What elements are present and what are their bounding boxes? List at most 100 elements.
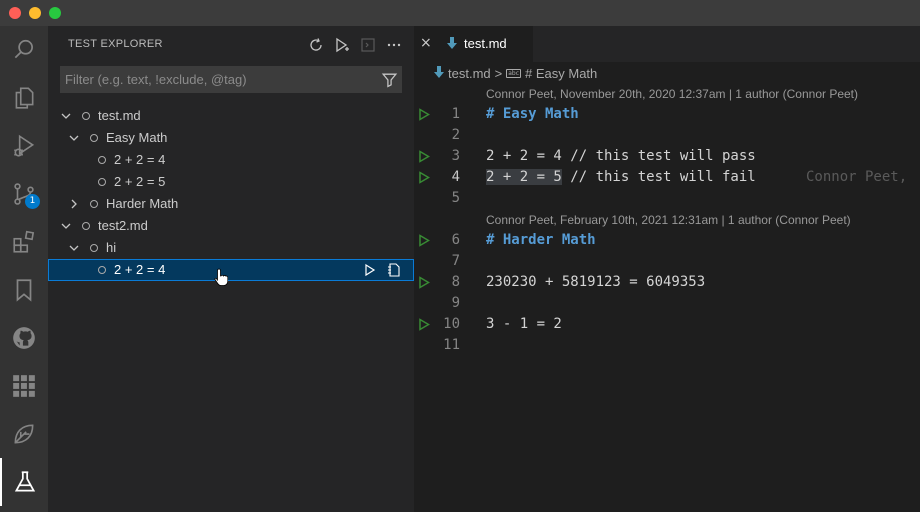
- run-test-gutter-icon[interactable]: [418, 171, 430, 184]
- search-activity[interactable]: [0, 26, 48, 74]
- tree-item-harder-math[interactable]: Harder Math: [48, 193, 414, 215]
- maximize-window-button[interactable]: [49, 7, 61, 19]
- github-icon: [13, 327, 35, 349]
- code-text: 230230 + 5819123 = 6049353: [486, 274, 706, 290]
- tab-label: test.md: [464, 36, 507, 51]
- tree-item-easy-math[interactable]: Easy Math: [48, 127, 414, 149]
- line-number: 8: [451, 274, 460, 290]
- testing-activity[interactable]: [0, 458, 48, 506]
- tree-item-hi[interactable]: hi: [48, 237, 414, 259]
- test-filter: [60, 66, 402, 93]
- apps-activity[interactable]: [0, 362, 48, 410]
- go-to-file-icon: [388, 263, 400, 277]
- tree-item-test2-md[interactable]: test2.md: [48, 215, 414, 237]
- run-test-gutter-icon[interactable]: [418, 234, 430, 247]
- line-number: 3: [451, 148, 460, 164]
- flask-icon: [14, 471, 36, 492]
- run-debug-activity[interactable]: [0, 122, 48, 170]
- breadcrumb-file[interactable]: test.md: [448, 66, 491, 81]
- editor-tab-test-md[interactable]: × test.md: [414, 26, 533, 62]
- line-number: 11: [443, 337, 460, 353]
- activity-bar: 1: [0, 26, 48, 512]
- codelens-blame[interactable]: Connor Peet, November 20th, 2020 12:37am…: [486, 87, 858, 101]
- line-number: 5: [451, 190, 460, 206]
- more-icon: [387, 43, 401, 47]
- chevron-down-icon: [69, 245, 79, 251]
- remote-activity[interactable]: [0, 410, 48, 458]
- github-activity[interactable]: [0, 314, 48, 362]
- explorer-activity[interactable]: [0, 74, 48, 122]
- line-number: 2: [451, 127, 460, 143]
- line-number: 1: [451, 106, 460, 122]
- search-icon: [14, 39, 33, 59]
- code-comment: // this test will fail: [561, 169, 756, 185]
- test-state-icon: [82, 222, 90, 230]
- tree-item-label: Easy Math: [106, 130, 168, 145]
- leaf-icon: [14, 424, 34, 444]
- test-state-icon: [90, 200, 98, 208]
- code-line: 5: [414, 188, 920, 209]
- tree-item-label: test2.md: [98, 218, 148, 233]
- code-text: 2 + 2 = 4 // this test will pass: [486, 148, 756, 164]
- source-control-activity[interactable]: 1: [0, 170, 48, 218]
- bookmark-icon: [16, 279, 32, 302]
- test-state-icon: [90, 244, 98, 252]
- code-line: 10 3 - 1 = 2: [414, 314, 920, 335]
- tree-item-test-2-2-4[interactable]: 2 + 2 = 4: [48, 149, 414, 171]
- run-all-tests-button[interactable]: [332, 35, 352, 55]
- panel-actions: [306, 35, 404, 55]
- debug-icon: [14, 134, 35, 157]
- line-number: 6: [451, 232, 460, 248]
- filter-input[interactable]: [60, 66, 370, 93]
- show-output-button[interactable]: [358, 35, 378, 55]
- show-output-icon: [361, 38, 375, 52]
- code-text: # Easy Math: [486, 106, 579, 122]
- tree-item-label: test.md: [98, 108, 141, 123]
- row-actions: [362, 261, 402, 279]
- breadcrumb-separator: >: [494, 65, 503, 81]
- run-test-gutter-icon[interactable]: [418, 276, 430, 289]
- tree-item-label: 2 + 2 = 4: [114, 262, 166, 277]
- tree-item-test-md[interactable]: test.md: [48, 105, 414, 127]
- extensions-icon: [13, 230, 35, 253]
- more-actions-button[interactable]: [384, 35, 404, 55]
- panel-title: TEST EXPLORER: [68, 38, 163, 50]
- close-tab-icon[interactable]: ×: [420, 36, 432, 50]
- close-window-button[interactable]: [9, 7, 21, 19]
- code-line: 6 # Harder Math: [414, 230, 920, 251]
- tree-item-hi-2-2-4[interactable]: 2 + 2 = 4: [48, 259, 414, 281]
- source-control-badge: 1: [25, 194, 40, 209]
- line-number: 10: [443, 316, 460, 332]
- bookmarks-activity[interactable]: [0, 266, 48, 314]
- files-icon: [15, 87, 34, 109]
- code-line: 7: [414, 251, 920, 272]
- code-text: 3 - 1 = 2: [486, 316, 562, 332]
- refresh-tests-button[interactable]: [306, 35, 326, 55]
- code-line: 4 2 + 2 = 5 // this test will fail Conno…: [414, 167, 920, 188]
- mouse-cursor-icon: [214, 268, 228, 286]
- filter-icon[interactable]: [381, 71, 398, 88]
- run-test-gutter-icon[interactable]: [418, 108, 430, 121]
- code-line: 2: [414, 125, 920, 146]
- minimize-window-button[interactable]: [29, 7, 41, 19]
- run-test-gutter-icon[interactable]: [418, 318, 430, 331]
- tree-item-label: Harder Math: [106, 196, 179, 211]
- tree-item-test-2-2-5[interactable]: 2 + 2 = 5: [48, 171, 414, 193]
- editor-tab-bar: × test.md: [414, 26, 920, 62]
- grid-icon: [13, 375, 35, 397]
- breadcrumb: test.md > abc # Easy Math: [434, 64, 597, 82]
- run-test-gutter-icon[interactable]: [418, 150, 430, 163]
- chevron-right-icon: [71, 199, 77, 209]
- test-state-icon: [98, 266, 106, 274]
- go-to-test-button[interactable]: [386, 261, 402, 279]
- codelens-blame[interactable]: Connor Peet, February 10th, 2021 12:31am…: [486, 213, 851, 227]
- editor-area: × test.md test.md > abc # Easy Math Conn…: [414, 26, 920, 512]
- extensions-activity[interactable]: [0, 218, 48, 266]
- run-test-button[interactable]: [362, 261, 378, 279]
- code-text: 2 + 2 = 5 // this test will fail: [486, 169, 756, 185]
- test-state-icon: [98, 178, 106, 186]
- line-number: 7: [451, 253, 460, 269]
- title-bar: [0, 0, 920, 26]
- breadcrumb-symbol[interactable]: # Easy Math: [525, 66, 597, 81]
- run-all-icon: [336, 37, 349, 53]
